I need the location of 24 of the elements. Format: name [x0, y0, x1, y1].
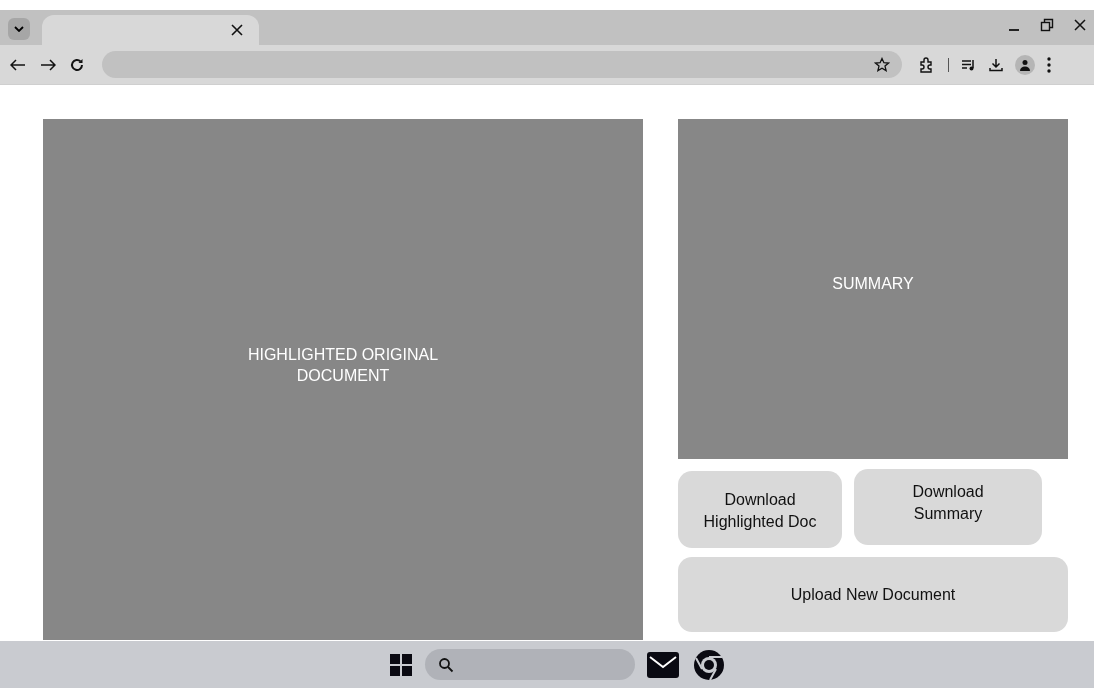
- mail-icon[interactable]: [647, 651, 679, 678]
- panel-label: HIGHLIGHTED ORIGINAL DOCUMENT: [247, 344, 439, 386]
- search-icon: [438, 656, 454, 673]
- restore-icon[interactable]: [1040, 18, 1054, 32]
- download-button[interactable]: Download Summary: [854, 469, 1042, 545]
- search-field[interactable]: [425, 649, 635, 680]
- chrome-icon[interactable]: [693, 648, 725, 681]
- media-queue-icon[interactable]: [961, 57, 977, 72]
- more-menu-icon[interactable]: [1047, 56, 1051, 73]
- back-arrow-icon[interactable]: [10, 58, 26, 71]
- panel-label: SUMMARY: [832, 274, 914, 294]
- windows-start-icon[interactable]: [390, 653, 412, 676]
- download-icon[interactable]: [989, 57, 1003, 72]
- close-icon[interactable]: [231, 24, 243, 36]
- person-icon: [1019, 58, 1031, 71]
- tab-search-button[interactable]: [8, 17, 30, 40]
- chevron-down-icon: [14, 25, 24, 32]
- download-button[interactable]: Download Highlighted Doc: [678, 471, 842, 548]
- forward-arrow-icon[interactable]: [40, 58, 56, 71]
- close-icon[interactable]: [1074, 19, 1086, 31]
- upload-button[interactable]: Upload New Document: [678, 557, 1068, 632]
- reload-icon[interactable]: [70, 57, 84, 72]
- star-icon[interactable]: [874, 56, 890, 73]
- profile-avatar[interactable]: [1015, 54, 1035, 75]
